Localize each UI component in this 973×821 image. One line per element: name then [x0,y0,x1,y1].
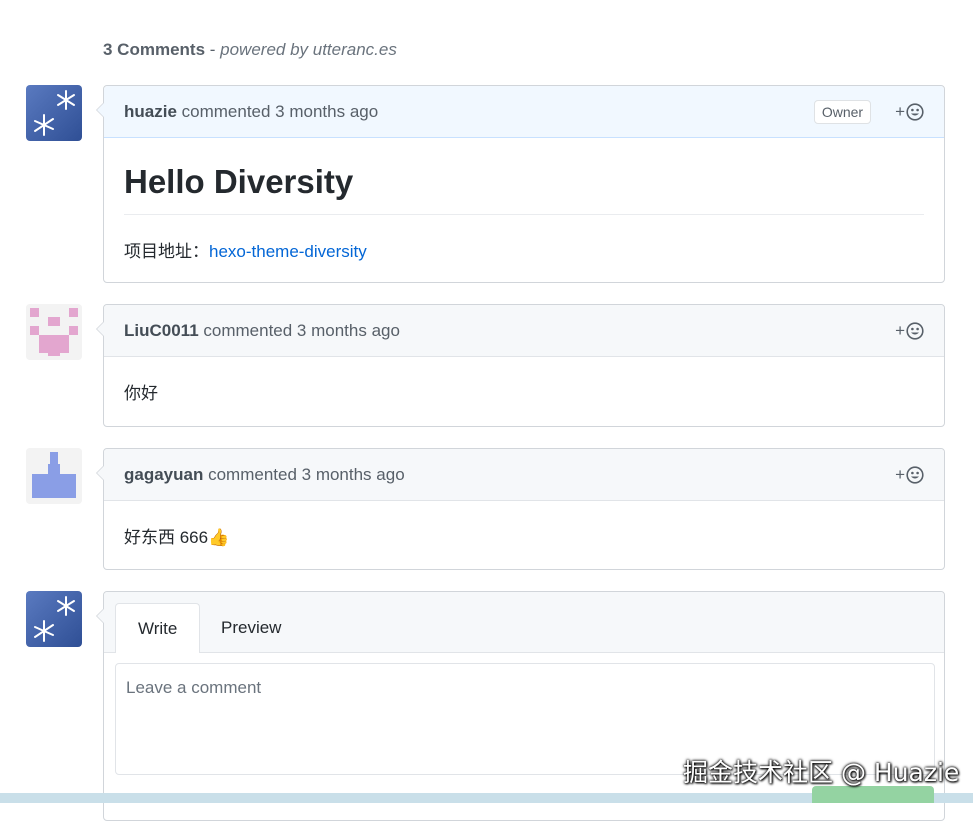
comment-header: gagayuan commented 3 months ago + [104,449,944,501]
watermark: 掘金技术社区 @ Huazie [683,758,960,787]
avatar-huazie[interactable] [26,85,82,141]
avatar-liuc0011[interactable] [26,304,82,360]
reaction-plus: + [895,464,905,484]
comment-card-huazie: huazie commented 3 months ago Owner + He… [96,85,945,283]
powered-by: powered by utteranc.es [220,40,397,59]
comment-text: 好东西 666👍 [124,528,230,547]
avatar-current-user[interactable] [26,591,82,647]
add-reaction-button[interactable]: + [895,465,924,485]
comment-meta[interactable]: commented 3 months ago [208,465,405,484]
comment-header: huazie commented 3 months ago Owner + [104,86,944,138]
add-reaction-button[interactable]: + [895,321,924,341]
comment-count: 3 Comments [103,40,206,59]
comments-header: 3 Comments - powered by utteranc.es [103,40,397,60]
comment-body: 你好 [104,357,944,420]
identicon-pink-icon [26,304,82,360]
avatar-gagayuan[interactable] [26,448,82,504]
comment-meta[interactable]: commented 3 months ago [203,321,400,340]
add-reaction-button[interactable]: + [895,102,924,122]
starfish-avatar-icon [26,591,82,647]
tab-preview[interactable]: Preview [199,603,303,653]
comment-card-liuc0011: LiuC0011 commented 3 months ago + 你好 [96,304,945,427]
comment-text: 你好 [124,384,158,403]
starfish-avatar-icon [26,85,82,141]
comment-author[interactable]: LiuC0011 [124,321,199,340]
comment-author[interactable]: huazie [124,102,177,121]
smiley-icon [906,321,924,340]
identicon-blue-icon [26,448,82,504]
comment-author[interactable]: gagayuan [124,465,203,484]
comment-body: Hello Diversity 项目地址：hexo-theme-diversit… [104,138,944,278]
owner-badge: Owner [813,99,872,124]
comment-meta[interactable]: commented 3 months ago [182,102,379,121]
smiley-icon [906,102,924,121]
comment-header: LiuC0011 commented 3 months ago + [104,305,944,357]
project-line: 项目地址：hexo-theme-diversity [124,237,924,262]
editor-tabs: Write Preview [104,592,944,653]
comment-heading: Hello Diversity [124,162,924,215]
reaction-plus: + [895,101,905,121]
tab-write[interactable]: Write [115,603,201,653]
project-link[interactable]: hexo-theme-diversity [209,242,367,261]
project-label: 项目地址： [124,241,209,261]
smiley-icon [906,465,924,484]
header-separator: - [205,40,221,59]
comment-card-gagayuan: gagayuan commented 3 months ago + 好东西 66… [96,448,945,570]
comment-body: 好东西 666👍 [104,501,944,564]
reaction-plus: + [895,320,905,340]
